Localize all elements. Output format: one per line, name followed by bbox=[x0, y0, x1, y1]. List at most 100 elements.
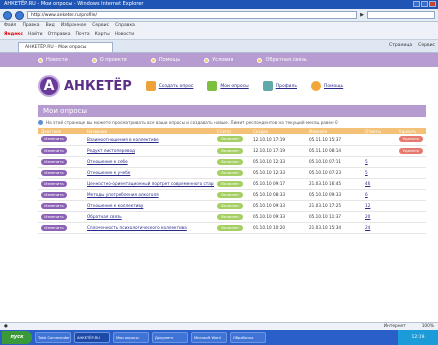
answers-link[interactable]: 5 bbox=[365, 170, 368, 175]
info-icon bbox=[38, 120, 43, 125]
answers-link[interactable]: 20 bbox=[365, 214, 370, 219]
site-nav-item-terms[interactable]: Условия bbox=[204, 57, 233, 63]
status-badge[interactable]: Включен bbox=[217, 191, 243, 198]
start-button[interactable]: пуск bbox=[2, 331, 32, 344]
edit-button[interactable]: Изменить bbox=[41, 136, 67, 143]
survey-title-link[interactable]: Редукт листоперевод bbox=[87, 148, 135, 153]
edit-button[interactable]: Изменить bbox=[41, 158, 67, 165]
survey-title-link[interactable]: Обратная связь bbox=[87, 214, 122, 219]
site-nav-item-news[interactable]: Новости bbox=[38, 57, 68, 63]
go-button[interactable]: ▶ bbox=[360, 12, 364, 18]
site-nav-label: О проекте bbox=[99, 57, 127, 63]
survey-title-link[interactable]: Взаимоотношения в коллективе bbox=[87, 137, 159, 142]
taskbar-item[interactable]: Microsoft Word bbox=[191, 332, 227, 343]
edit-button[interactable]: Изменить bbox=[41, 224, 67, 231]
site-nav-item-help[interactable]: Помощь bbox=[150, 57, 180, 63]
site-nav-item-about[interactable]: О проекте bbox=[91, 57, 127, 63]
delete-button[interactable]: Удалить bbox=[399, 136, 423, 143]
delete-cell bbox=[396, 167, 426, 179]
search-input[interactable] bbox=[367, 11, 435, 19]
zoom-label[interactable]: 100% bbox=[422, 324, 434, 329]
edit-button[interactable]: Изменить bbox=[41, 147, 67, 154]
taskbar-item[interactable]: АНКЕТЁР.RU bbox=[74, 332, 110, 343]
menu-help[interactable]: Справка bbox=[115, 22, 135, 30]
answers-link[interactable]: 24 bbox=[365, 225, 370, 230]
menu-tools[interactable]: Сервис bbox=[92, 22, 109, 30]
survey-title-link[interactable]: Методы употребления алкоголя bbox=[87, 192, 159, 197]
delete-cell: Удалить bbox=[396, 134, 426, 146]
answers-cell: 24 bbox=[362, 222, 396, 234]
minimize-button[interactable] bbox=[413, 1, 420, 7]
close-button[interactable] bbox=[429, 1, 436, 7]
menu-bar: Файл Правка Вид Избранное Сервис Справка bbox=[0, 22, 438, 30]
toolbar-item-news[interactable]: Новости bbox=[115, 30, 135, 39]
taskbar-item[interactable]: Total Commander bbox=[35, 332, 71, 343]
maximize-button[interactable] bbox=[421, 1, 428, 7]
taskbar-item[interactable]: Документ bbox=[152, 332, 188, 343]
address-input[interactable]: http://www.anketer.ru/profile/ bbox=[27, 11, 358, 19]
profile-link[interactable]: Профиль bbox=[262, 81, 297, 91]
created-cell: 05.10.10 09:33 bbox=[250, 211, 306, 223]
survey-title-link[interactable]: Отношение к учебе bbox=[87, 170, 130, 175]
toolbar-item-maps[interactable]: Карты bbox=[95, 30, 110, 39]
page-menu[interactable]: Страница bbox=[389, 42, 412, 50]
created-cell: 05.10.10 12:33 bbox=[250, 167, 306, 179]
status-badge[interactable]: Включен bbox=[217, 147, 243, 154]
survey-title-link[interactable]: Сплоченность психологического коллектива bbox=[87, 225, 187, 230]
tab-active[interactable]: АНКЕТЁР.RU - Мои опросы bbox=[18, 42, 113, 52]
create-survey-link[interactable]: Создать опрос bbox=[145, 81, 193, 91]
forward-button[interactable] bbox=[15, 10, 24, 20]
site-nav-item-feedback[interactable]: Обратная связь bbox=[257, 57, 307, 63]
status-cell: Включен bbox=[214, 211, 250, 223]
my-surveys-link[interactable]: Мои опросы bbox=[207, 81, 249, 91]
status-badge[interactable]: Включен bbox=[217, 224, 243, 231]
survey-title-link[interactable]: Отношение к себе bbox=[87, 159, 128, 164]
table-row: Изменить Отношение к себе Включен 05.10.10 … bbox=[38, 156, 426, 168]
status-badge[interactable]: Включен bbox=[217, 180, 243, 187]
command-bar: Страница Сервис bbox=[389, 42, 435, 50]
menu-file[interactable]: Файл bbox=[4, 22, 16, 30]
status-badge[interactable]: Включен bbox=[217, 158, 243, 165]
edit-button[interactable]: Изменить bbox=[41, 169, 67, 176]
edit-button[interactable]: Изменить bbox=[41, 202, 67, 209]
yandex-toolbar: Яндекс Найти Отправка Почта Карты Новост… bbox=[0, 30, 438, 40]
updated-cell: 05.10.10 09:33 bbox=[306, 189, 362, 201]
taskbar-item[interactable]: Мои опросы bbox=[113, 332, 149, 343]
edit-button[interactable]: Изменить bbox=[41, 213, 67, 220]
table-row: Изменить Сплоченность психологического ко… bbox=[38, 222, 426, 234]
site-nav-label: Условия bbox=[212, 57, 234, 63]
status-badge[interactable]: Включен bbox=[217, 213, 243, 220]
yandex-logo[interactable]: Яндекс bbox=[4, 30, 23, 39]
answers-cell bbox=[362, 145, 396, 157]
menu-view[interactable]: Вид bbox=[46, 22, 55, 30]
toolbar-item-mail[interactable]: Почта bbox=[75, 30, 89, 39]
answers-link[interactable]: 12 bbox=[365, 203, 370, 208]
answers-cell: 5 bbox=[362, 156, 396, 168]
status-badge[interactable]: Включен bbox=[217, 169, 243, 176]
created-cell: 05.10.10 09:33 bbox=[250, 200, 306, 212]
answers-link[interactable]: 6 bbox=[365, 192, 368, 197]
status-cell: Включен bbox=[214, 189, 250, 201]
back-button[interactable] bbox=[3, 10, 12, 20]
help-link[interactable]: Помощь bbox=[311, 81, 343, 91]
edit-button[interactable]: Изменить bbox=[41, 191, 67, 198]
action-cell: Изменить bbox=[38, 167, 84, 179]
survey-title-link[interactable]: Ценностно-ориентационный портрет совреме… bbox=[87, 181, 214, 186]
menu-edit[interactable]: Правка bbox=[22, 22, 39, 30]
edit-button[interactable]: Изменить bbox=[41, 180, 67, 187]
status-badge[interactable]: Включен bbox=[217, 136, 243, 143]
menu-favorites[interactable]: Избранное bbox=[61, 22, 87, 30]
delete-button[interactable]: Удалить bbox=[399, 147, 423, 154]
status-badge[interactable]: Включен bbox=[217, 202, 243, 209]
find-button[interactable]: Найти bbox=[28, 30, 43, 39]
tools-menu[interactable]: Сервис bbox=[418, 42, 435, 50]
created-cell: 05.10.10 12:33 bbox=[250, 156, 306, 168]
taskbar-item[interactable]: Обработка bbox=[230, 332, 266, 343]
status-cell: Включен bbox=[214, 167, 250, 179]
survey-title-link[interactable]: Отношение к коллективу bbox=[87, 203, 143, 208]
answers-link[interactable]: 5 bbox=[365, 159, 368, 164]
toolbar-item-send[interactable]: Отправка bbox=[48, 30, 71, 39]
site-logo[interactable]: А АНКЕТЁР bbox=[38, 75, 132, 97]
my-surveys-label: Мои опросы bbox=[220, 83, 249, 89]
answers-link[interactable]: 46 bbox=[365, 181, 370, 186]
